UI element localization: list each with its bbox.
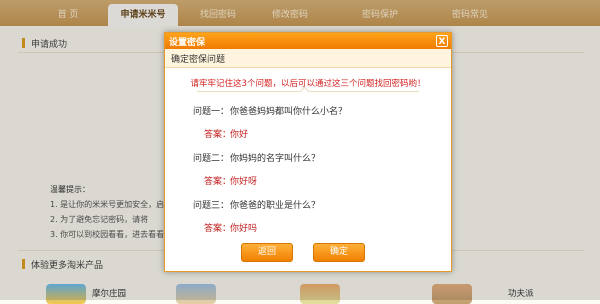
warning-text: 请牢牢记住这3个问题，以后可以通过这三个问题找回密码哟！ xyxy=(190,79,426,89)
question-2-label: 问题二： xyxy=(193,154,230,164)
dialog-titlebar: 设置密保 X xyxy=(165,33,451,49)
question-1-label: 问题一： xyxy=(193,107,230,117)
question-1-text: 你爸爸妈妈都叫你什么小名？ xyxy=(230,107,348,117)
close-icon[interactable]: X xyxy=(436,35,448,47)
answer-3-label: 答案： xyxy=(204,224,232,234)
question-2-text: 你妈妈的名字叫什么？ xyxy=(230,154,321,164)
security-question-dialog: 设置密保 X 确定密保问题 请牢牢记住这3个问题，以后可以通过这三个问题找回密码… xyxy=(164,32,452,272)
answer-2-label: 答案： xyxy=(204,177,232,187)
question-3-text: 你爸爸的职业是什么？ xyxy=(230,201,321,211)
back-button[interactable]: 返回 xyxy=(241,243,293,262)
dialog-subheader: 确定密保问题 xyxy=(165,49,451,68)
answer-1-label: 答案： xyxy=(204,130,232,140)
answer-1-text: 你好 xyxy=(230,130,249,140)
confirm-button[interactable]: 确定 xyxy=(313,243,365,262)
question-3-label: 问题三： xyxy=(193,201,230,211)
dialog-subtitle: 确定密保问题 xyxy=(171,55,226,65)
dialog-title: 设置密保 xyxy=(169,38,206,48)
answer-2-text: 你好呀 xyxy=(230,177,258,187)
answer-3-text: 你好吗 xyxy=(230,224,258,234)
